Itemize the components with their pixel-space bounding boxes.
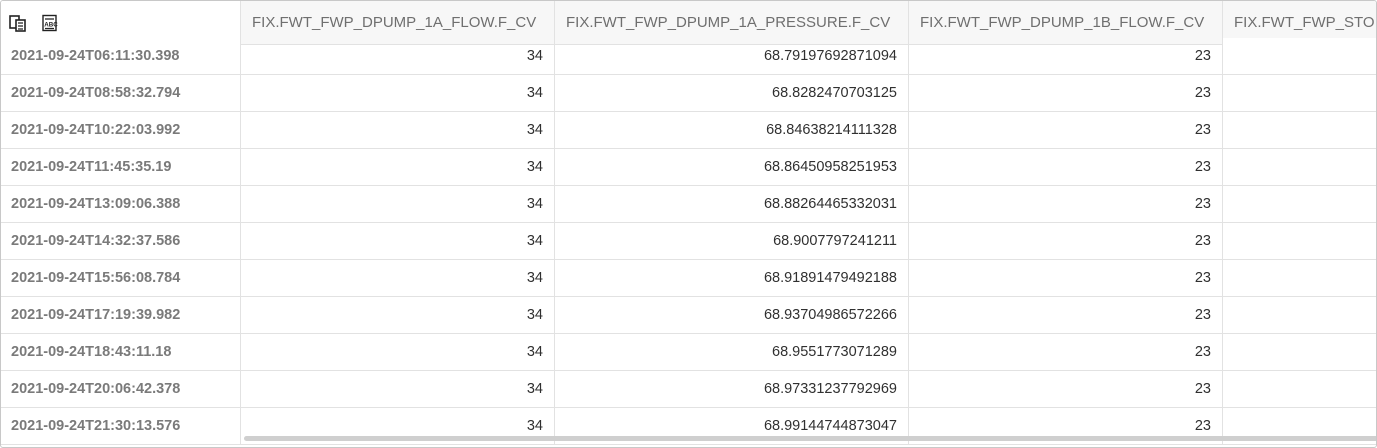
cell-1a-flow: 34 <box>241 297 555 334</box>
cell-sto <box>1223 334 1376 371</box>
cell-1b-flow: 23 <box>909 371 1223 408</box>
row-timestamp: 2021-09-24T06:11:30.398 <box>1 38 241 75</box>
cell-1a-pressure: 68.97331237792969 <box>555 371 909 408</box>
cell-1a-pressure: 68.8282470703125 <box>555 75 909 112</box>
cell-sto <box>1223 112 1376 149</box>
cell-1a-flow: 34 <box>241 149 555 186</box>
cell-1a-flow: 34 <box>241 334 555 371</box>
cell-1a-pressure: 68.93704986572266 <box>555 297 909 334</box>
cell-1a-pressure: 68.9007797241211 <box>555 223 909 260</box>
cell-1b-flow: 23 <box>909 38 1223 75</box>
cell-1b-flow: 23 <box>909 334 1223 371</box>
copy-table-icon[interactable] <box>9 14 27 32</box>
cell-sto <box>1223 75 1376 112</box>
cell-1a-flow: 34 <box>241 75 555 112</box>
cell-1a-flow: 34 <box>241 223 555 260</box>
cell-1b-flow: 23 <box>909 75 1223 112</box>
cell-sto <box>1223 149 1376 186</box>
horizontal-scrollbar[interactable] <box>244 436 1376 441</box>
cell-1a-pressure: 68.84638214111328 <box>555 112 909 149</box>
cell-1b-flow: 23 <box>909 186 1223 223</box>
cell-sto <box>1223 297 1376 334</box>
row-timestamp: 2021-09-24T20:06:42.378 <box>1 371 241 408</box>
svg-text:ABC: ABC <box>44 21 58 28</box>
row-timestamp: 2021-09-24T17:19:39.982 <box>1 297 241 334</box>
data-grid: ABC FIX.FWT_FWP_DPUMP_1A_FLOW.F_CV FIX.F… <box>1 1 1376 445</box>
cell-1a-flow: 34 <box>241 112 555 149</box>
cell-sto <box>1223 260 1376 297</box>
row-timestamp: 2021-09-24T10:22:03.992 <box>1 112 241 149</box>
cell-1a-pressure: 68.91891479492188 <box>555 260 909 297</box>
cell-1b-flow: 23 <box>909 149 1223 186</box>
cell-1a-pressure: 68.79197692871094 <box>555 38 909 75</box>
cell-1b-flow: 23 <box>909 297 1223 334</box>
row-timestamp: 2021-09-24T08:58:32.794 <box>1 75 241 112</box>
cell-1b-flow: 23 <box>909 112 1223 149</box>
row-timestamp: 2021-09-24T18:43:11.18 <box>1 334 241 371</box>
cell-1a-pressure: 68.86450958251953 <box>555 149 909 186</box>
cell-1a-flow: 34 <box>241 371 555 408</box>
cell-1a-flow: 34 <box>241 38 555 75</box>
row-timestamp: 2021-09-24T15:56:08.784 <box>1 260 241 297</box>
row-timestamp: 2021-09-24T13:09:06.388 <box>1 186 241 223</box>
row-timestamp: 2021-09-24T21:30:13.576 <box>1 408 241 445</box>
cell-1b-flow: 23 <box>909 223 1223 260</box>
data-table-panel: ABC FIX.FWT_FWP_DPUMP_1A_FLOW.F_CV FIX.F… <box>0 0 1377 448</box>
cell-1a-flow: 34 <box>241 260 555 297</box>
cell-sto <box>1223 186 1376 223</box>
cell-sto <box>1223 223 1376 260</box>
row-timestamp: 2021-09-24T11:45:35.19 <box>1 149 241 186</box>
cell-sto <box>1223 38 1376 75</box>
cell-sto <box>1223 371 1376 408</box>
row-timestamp: 2021-09-24T14:32:37.586 <box>1 223 241 260</box>
text-export-icon[interactable]: ABC <box>41 14 59 32</box>
cell-1b-flow: 23 <box>909 260 1223 297</box>
cell-1a-pressure: 68.9551773071289 <box>555 334 909 371</box>
cell-1a-flow: 34 <box>241 186 555 223</box>
cell-1a-pressure: 68.88264465332031 <box>555 186 909 223</box>
